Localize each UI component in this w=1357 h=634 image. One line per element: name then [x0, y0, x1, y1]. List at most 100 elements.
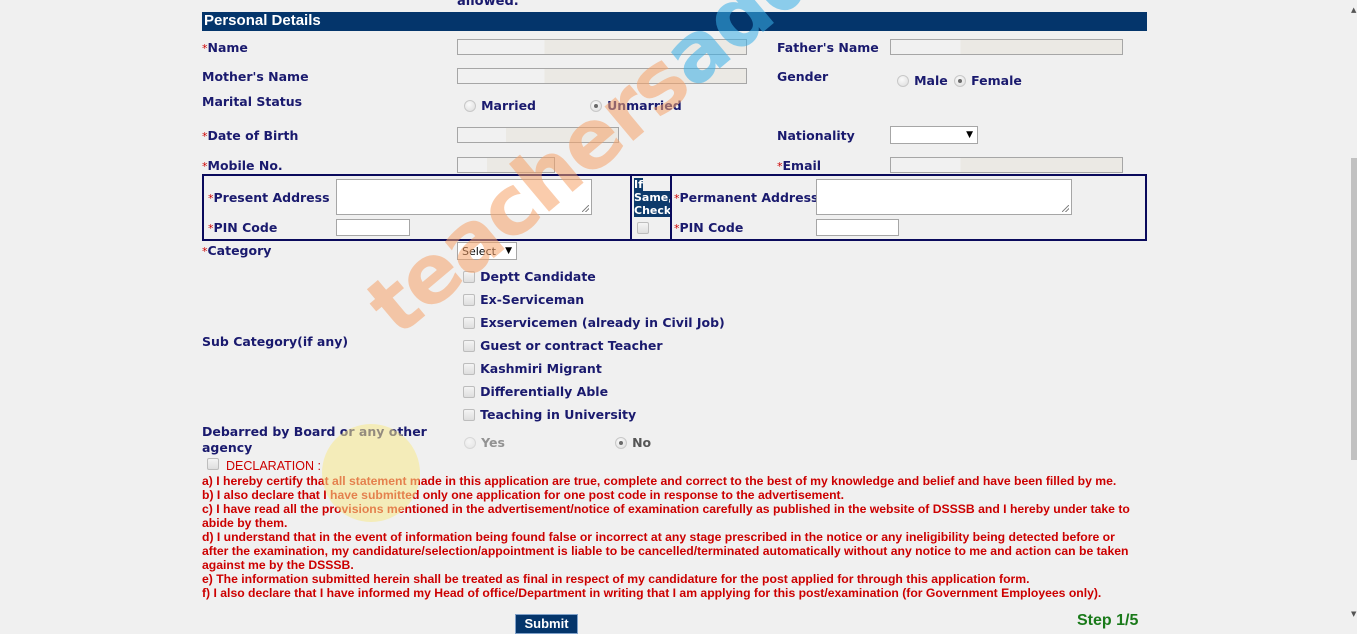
present-pin-input[interactable] [336, 219, 410, 236]
section-title: Personal Details [202, 12, 1147, 31]
same-label-line3: Check [634, 204, 672, 217]
sub-category-checkbox[interactable] [463, 316, 475, 329]
sub-category-item-label: Deptt Candidate [480, 269, 596, 284]
nationality-label: Nationality [777, 128, 855, 143]
sub-category-item-label: Exservicemen (already in Civil Job) [480, 315, 725, 330]
marital-status-label: Marital Status [202, 94, 303, 109]
sub-category-item[interactable]: Deptt Candidate [463, 266, 725, 289]
marital-unmarried-radio[interactable] [590, 99, 602, 112]
email-label-text: Email [782, 158, 822, 173]
declaration-line: f) I also declare that I have informed m… [202, 586, 1102, 600]
same-address-checkbox[interactable] [637, 222, 649, 234]
marital-married-label: Married [481, 98, 537, 113]
marital-unmarried-option[interactable]: Unmarried [590, 95, 682, 114]
sub-category-checkbox[interactable] [463, 362, 475, 375]
sub-category-item-label: Kashmiri Migrant [480, 361, 602, 376]
dropdown-arrow-icon: ▼ [966, 130, 973, 140]
same-address-label: If Same, Check [634, 178, 673, 217]
sub-category-label: Sub Category(if any) [202, 334, 349, 349]
mothers-name-input[interactable] [457, 68, 747, 84]
nationality-select[interactable]: ▼ [890, 126, 978, 144]
gender-label: Gender [777, 69, 829, 84]
sub-category-item[interactable]: Differentially Able [463, 381, 725, 404]
debarred-label-line1: Debarred by Board or any other [202, 424, 427, 439]
divider [670, 176, 672, 239]
name-label: *Name [202, 40, 248, 55]
mobile-label-text: Mobile No. [207, 158, 283, 173]
dob-label-text: Date of Birth [207, 128, 299, 143]
present-address-textarea[interactable] [336, 179, 592, 215]
sub-category-checkbox[interactable] [463, 270, 475, 283]
gender-male-option[interactable]: Male [897, 70, 948, 89]
present-address-label-text: Present Address [213, 190, 330, 205]
sub-category-item-label: Teaching in University [480, 407, 637, 422]
debarred-yes-label: Yes [481, 435, 505, 450]
same-label-line2: Same, [634, 191, 673, 204]
debarred-yes-option[interactable]: Yes [464, 432, 505, 451]
scroll-up-arrow-icon[interactable]: ▲ [1351, 6, 1356, 14]
submit-button[interactable]: Submit [515, 614, 578, 634]
same-label-line1: If [634, 178, 643, 191]
mothers-name-label: Mother's Name [202, 69, 309, 84]
present-pin-label: *PIN Code [208, 220, 277, 235]
marital-married-option[interactable]: Married [464, 95, 536, 114]
declaration-line: e) The information submitted herein shal… [202, 572, 1030, 586]
declaration-checkbox[interactable] [207, 458, 219, 470]
gender-male-label: Male [914, 73, 948, 88]
declaration-text: a) I hereby certify that all statement m… [202, 474, 1142, 600]
marital-unmarried-label: Unmarried [607, 98, 682, 113]
gender-female-label: Female [971, 73, 1022, 88]
step-indicator: Step 1/5 [1077, 612, 1139, 629]
scroll-down-arrow-icon[interactable]: ▼ [1351, 610, 1356, 618]
scrollbar-thumb[interactable] [1351, 158, 1357, 460]
gender-female-radio[interactable] [954, 74, 966, 87]
permanent-pin-label-text: PIN Code [679, 220, 744, 235]
mobile-input[interactable] [457, 157, 555, 173]
permanent-address-textarea[interactable] [816, 179, 1072, 215]
fathers-name-label: Father's Name [777, 40, 879, 55]
permanent-pin-label: *PIN Code [674, 220, 743, 235]
declaration-line: c) I have read all the provisions mentio… [202, 502, 1130, 530]
sub-category-checkbox[interactable] [463, 293, 475, 306]
category-selected-value: Select [462, 244, 496, 258]
sub-category-item-label: Guest or contract Teacher [480, 338, 663, 353]
debarred-no-radio[interactable] [615, 436, 627, 449]
debarred-no-option[interactable]: No [615, 432, 651, 451]
present-address-label: *Present Address [208, 190, 330, 205]
permanent-address-label-text: Permanent Address [679, 190, 819, 205]
sub-category-item[interactable]: Ex-Serviceman [463, 289, 725, 312]
declaration-heading: DECLARATION : [226, 459, 321, 473]
permanent-pin-input[interactable] [816, 219, 899, 236]
sub-category-checkbox[interactable] [463, 339, 475, 352]
sub-category-checkbox[interactable] [463, 385, 475, 398]
dropdown-arrow-icon: ▼ [505, 246, 512, 256]
declaration-line: d) I understand that in the event of inf… [202, 530, 1129, 572]
declaration-line: a) I hereby certify that all statement m… [202, 474, 1117, 488]
debarred-yes-radio[interactable] [464, 436, 476, 449]
same-address-cell: If Same, Check [632, 176, 673, 239]
email-input[interactable] [890, 157, 1123, 173]
marital-married-radio[interactable] [464, 99, 476, 112]
sub-category-item[interactable]: Exservicemen (already in Civil Job) [463, 312, 725, 335]
address-section: *Present Address *PIN Code If Same, Chec… [202, 174, 1147, 241]
sub-category-item[interactable]: Guest or contract Teacher [463, 335, 725, 358]
sub-category-checkbox[interactable] [463, 408, 475, 421]
email-label: *Email [777, 158, 821, 173]
category-label: *Category [202, 243, 271, 258]
sub-category-item-label: Differentially Able [480, 384, 609, 399]
gender-male-radio[interactable] [897, 74, 909, 87]
sub-category-item[interactable]: Teaching in University [463, 404, 725, 427]
dob-input[interactable] [457, 127, 619, 143]
declaration-line: b) I also declare that I have submitted … [202, 488, 844, 502]
sub-category-list: Deptt Candidate Ex-Serviceman Exservicem… [463, 266, 725, 427]
mobile-label: *Mobile No. [202, 158, 283, 173]
debarred-no-label: No [632, 435, 652, 450]
category-label-text: Category [207, 243, 272, 258]
gender-female-option[interactable]: Female [954, 70, 1022, 89]
dob-label: *Date of Birth [202, 128, 298, 143]
present-pin-label-text: PIN Code [213, 220, 278, 235]
sub-category-item[interactable]: Kashmiri Migrant [463, 358, 725, 381]
fathers-name-input[interactable] [890, 39, 1123, 55]
name-input[interactable] [457, 39, 747, 55]
category-select[interactable]: Select ▼ [457, 242, 517, 260]
